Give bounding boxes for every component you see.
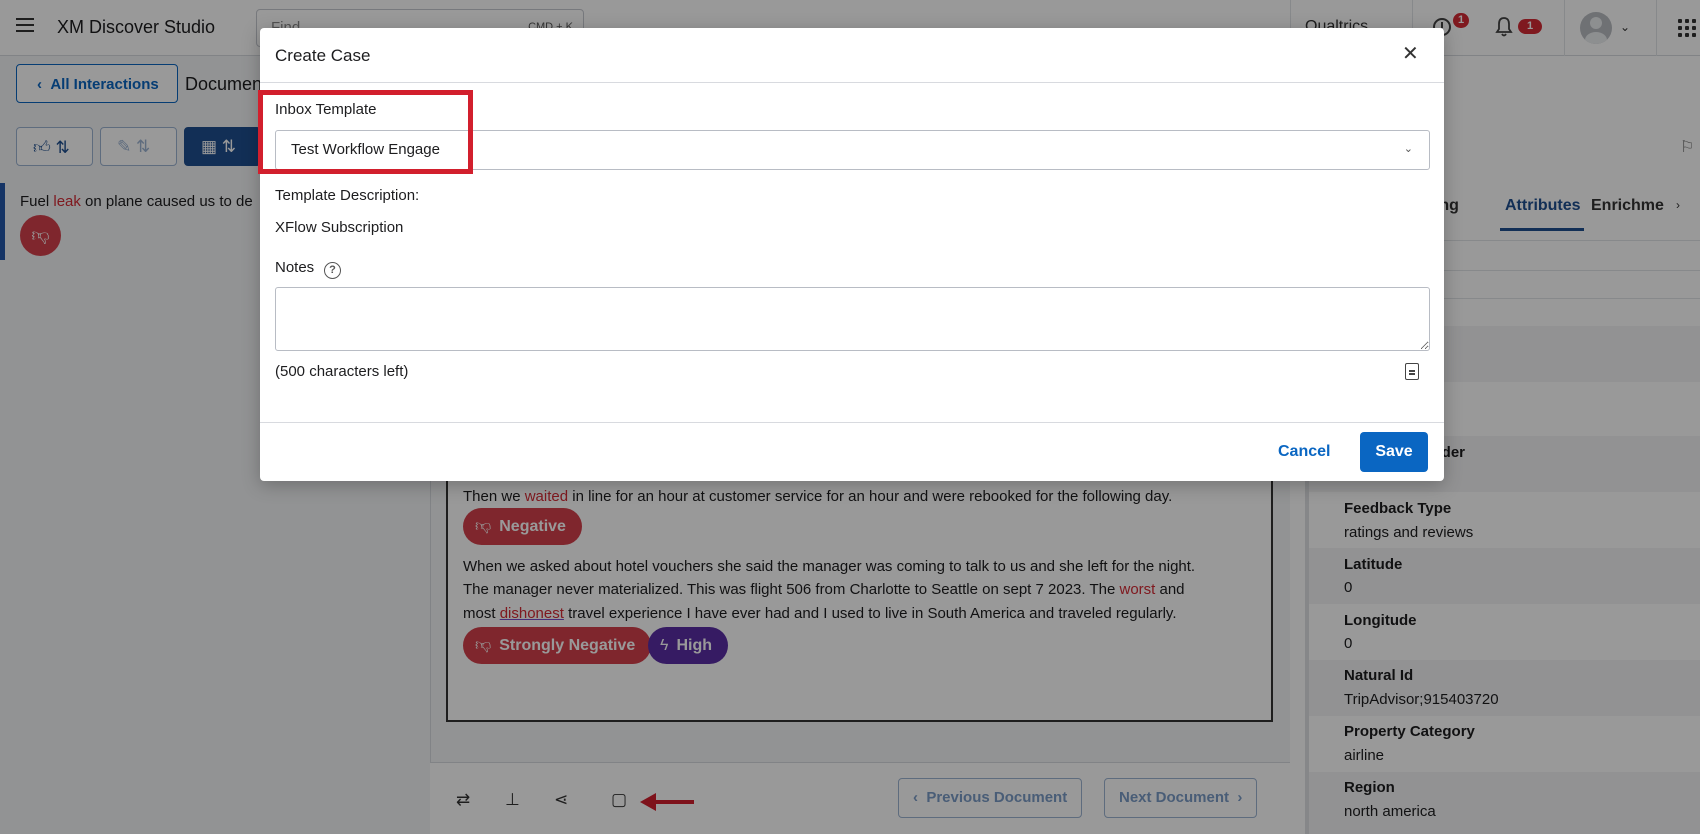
close-icon[interactable]: ✕	[1402, 44, 1419, 64]
divider	[260, 422, 1444, 423]
template-description-label: Template Description:	[275, 187, 420, 204]
document-icon[interactable]	[1405, 363, 1419, 380]
divider	[260, 82, 1444, 83]
chevron-down-icon: ⌄	[1403, 143, 1413, 155]
save-button[interactable]: Save	[1360, 432, 1428, 472]
characters-left: (500 characters left)	[275, 363, 409, 380]
notes-field[interactable]	[275, 287, 1430, 351]
template-description-value: XFlow Subscription	[275, 219, 404, 236]
notes-label: Notes	[275, 259, 315, 276]
help-icon[interactable]: ?	[324, 262, 341, 279]
highlight-annotation	[258, 90, 473, 174]
dialog-title: Create Case	[275, 46, 371, 65]
cancel-button[interactable]: Cancel	[1278, 443, 1330, 461]
